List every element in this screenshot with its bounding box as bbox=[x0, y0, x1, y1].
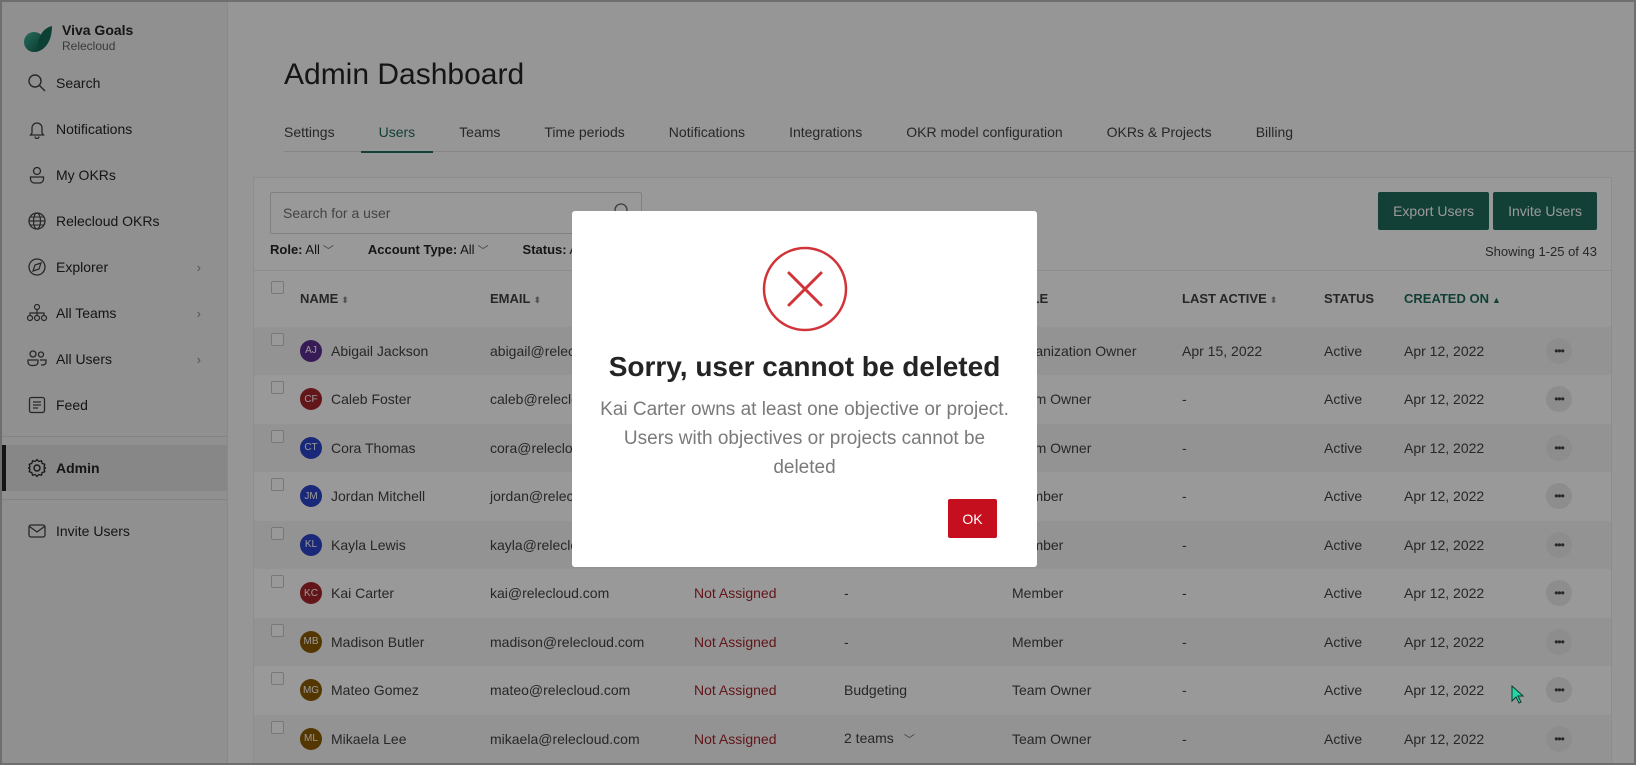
ok-button[interactable]: OK bbox=[948, 499, 997, 538]
error-circle-icon bbox=[762, 246, 848, 332]
error-dialog: Sorry, user cannot be deleted Kai Carter… bbox=[572, 211, 1037, 567]
mouse-cursor-icon bbox=[1511, 685, 1525, 704]
dialog-message: Kai Carter owns at least one objective o… bbox=[600, 399, 1009, 478]
dialog-title: Sorry, user cannot be deleted bbox=[608, 351, 1001, 382]
app-window: Viva Goals Relecloud Search Notification… bbox=[2, 2, 1634, 763]
